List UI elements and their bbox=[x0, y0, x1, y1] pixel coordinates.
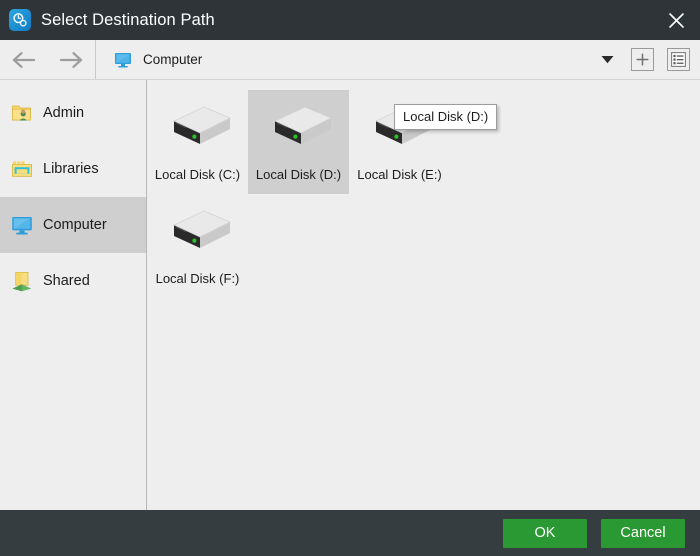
back-button[interactable] bbox=[0, 40, 48, 80]
address-text: Computer bbox=[143, 52, 203, 67]
list-view-icon bbox=[671, 52, 686, 67]
toolbar-actions bbox=[596, 40, 700, 79]
drive-grid: Local Disk (C:) Local Disk (D:) Local Di… bbox=[147, 90, 700, 298]
forward-button[interactable] bbox=[48, 40, 96, 80]
drive-item-f[interactable]: Local Disk (F:) bbox=[147, 194, 248, 298]
sidebar-item-label: Admin bbox=[43, 105, 85, 121]
close-button[interactable] bbox=[652, 0, 700, 40]
drive-item-c[interactable]: Local Disk (C:) bbox=[147, 90, 248, 194]
drive-label: Local Disk (E:) bbox=[357, 167, 442, 182]
hard-disk-icon bbox=[273, 106, 332, 144]
sidebar-item-label: Libraries bbox=[43, 161, 99, 177]
arrow-right-icon bbox=[60, 51, 83, 68]
hard-disk-icon bbox=[172, 210, 231, 248]
titlebar: Select Destination Path bbox=[0, 0, 700, 40]
shared-folder-icon bbox=[12, 272, 32, 292]
drive-label: Local Disk (C:) bbox=[154, 167, 241, 182]
libraries-icon bbox=[12, 161, 32, 177]
sidebar: Admin Libraries Computer Shared bbox=[0, 80, 147, 510]
toolbar: Computer bbox=[0, 40, 700, 80]
cancel-button[interactable]: Cancel bbox=[601, 518, 685, 548]
sidebar-item-libraries[interactable]: Libraries bbox=[0, 141, 146, 197]
sidebar-item-label: Computer bbox=[43, 217, 107, 233]
disk-clone-icon bbox=[9, 9, 31, 31]
drive-item-d[interactable]: Local Disk (D:) bbox=[248, 90, 349, 194]
close-icon bbox=[668, 12, 684, 28]
drive-label: Local Disk (D:) bbox=[255, 167, 342, 182]
sidebar-item-computer[interactable]: Computer bbox=[0, 197, 146, 253]
hard-disk-icon bbox=[374, 106, 433, 144]
new-folder-button[interactable] bbox=[631, 48, 654, 71]
window-title: Select Destination Path bbox=[41, 10, 215, 29]
ok-button[interactable]: OK bbox=[503, 518, 587, 548]
dialog-footer: OK Cancel bbox=[0, 510, 700, 556]
drive-item-e[interactable]: Local Disk (E:) bbox=[349, 90, 450, 194]
drive-label: Local Disk (F:) bbox=[155, 271, 240, 286]
computer-monitor-icon bbox=[115, 52, 131, 67]
sidebar-item-admin[interactable]: Admin bbox=[0, 85, 146, 141]
drive-list-panel: Local Disk (C:) Local Disk (D:) Local Di… bbox=[147, 80, 700, 510]
computer-monitor-icon bbox=[12, 217, 32, 235]
sidebar-item-shared[interactable]: Shared bbox=[0, 253, 146, 309]
plus-icon bbox=[636, 53, 649, 66]
address-bar[interactable]: Computer bbox=[96, 40, 596, 79]
caret-down-icon bbox=[601, 56, 613, 64]
arrow-left-icon bbox=[12, 51, 35, 68]
view-mode-button[interactable] bbox=[667, 48, 690, 71]
dialog-body: Admin Libraries Computer Shared Local Di… bbox=[0, 80, 700, 510]
address-dropdown-button[interactable] bbox=[596, 45, 618, 75]
hard-disk-icon bbox=[172, 106, 231, 144]
sidebar-item-label: Shared bbox=[43, 273, 90, 289]
select-destination-path-dialog: Select Destination Path Computer Admin L… bbox=[0, 0, 700, 556]
user-folder-icon bbox=[12, 105, 31, 121]
navigation-buttons bbox=[0, 40, 96, 79]
